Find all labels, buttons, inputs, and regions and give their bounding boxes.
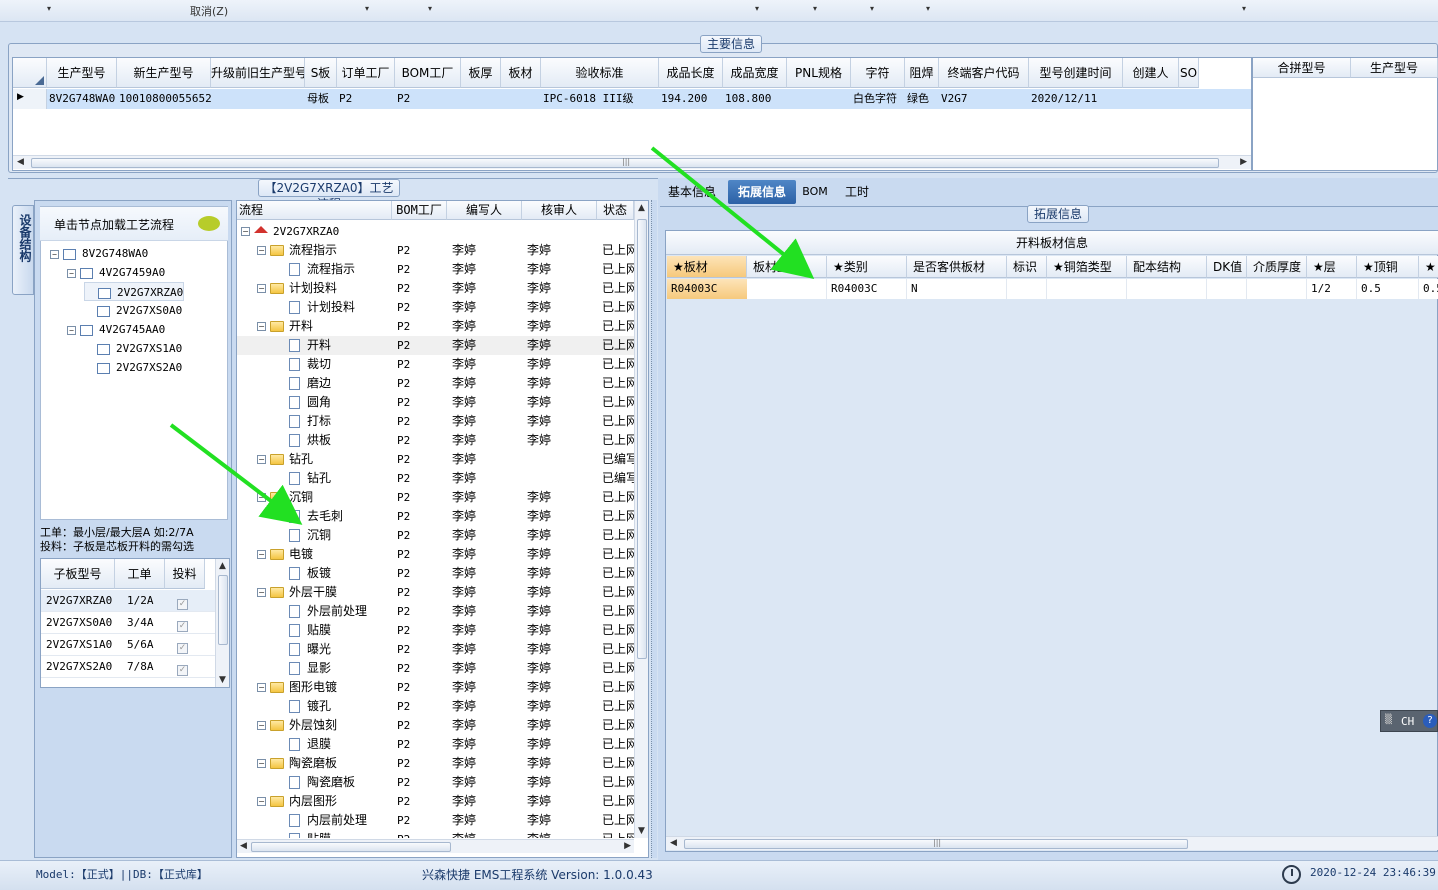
annotation-arrows (169, 146, 815, 525)
green-arrow (650, 146, 815, 280)
green-arrow (169, 423, 303, 525)
